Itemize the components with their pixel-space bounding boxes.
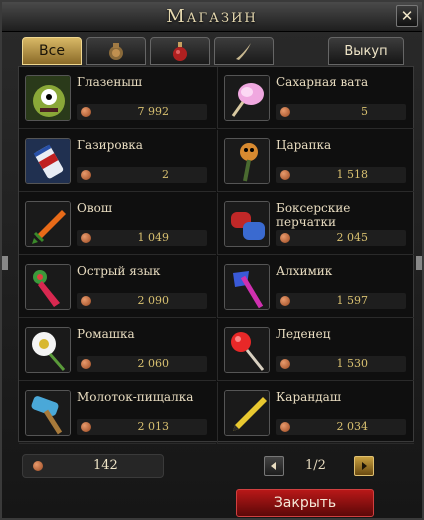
tab-vase[interactable] <box>86 37 146 65</box>
item-card-daisy[interactable]: Ромашка 2 060 <box>19 319 216 381</box>
close-icon[interactable]: ✕ <box>396 5 418 27</box>
coin-icon <box>280 296 290 306</box>
horn-icon <box>236 43 251 60</box>
item-price: 1 518 <box>336 168 369 181</box>
tongue-icon <box>25 264 71 310</box>
price-bar: 1 518 <box>276 167 406 183</box>
price-bar: 1 597 <box>276 293 406 309</box>
item-price: 1 530 <box>336 357 369 370</box>
right-edge-arrow <box>416 256 422 270</box>
balance-value: 142 <box>93 458 118 473</box>
coin-icon <box>280 233 290 243</box>
price-bar: 1 530 <box>276 356 406 372</box>
tab-all[interactable]: Все <box>22 37 82 65</box>
item-price: 5 <box>361 105 368 118</box>
coin-icon <box>81 359 91 369</box>
item-card-glazenysh[interactable]: Глазеныш 7 992 <box>19 67 216 129</box>
item-card-cotton-candy[interactable]: Сахарная вата 5 <box>217 67 414 129</box>
coin-icon <box>280 107 290 117</box>
title-bar: Магазин ✕ <box>2 2 422 32</box>
item-grid: Глазеныш 7 992 Сахарная вата 5 Газировка… <box>18 66 414 444</box>
page-indicator: 1/2 <box>305 458 326 473</box>
chevron-left-icon <box>271 462 276 470</box>
window-title: Магазин <box>166 6 258 27</box>
item-name: Алхимик <box>276 264 333 278</box>
tab-potion[interactable] <box>150 37 210 65</box>
balance-display: 142 <box>22 454 164 478</box>
item-card-pencil[interactable]: Карандаш 2 034 <box>217 382 414 444</box>
item-price: 7 992 <box>137 105 170 118</box>
price-bar: 1 049 <box>77 230 207 246</box>
item-card-lollipop[interactable]: Леденец 1 530 <box>217 319 414 381</box>
price-bar: 2 060 <box>77 356 207 372</box>
item-name: Ромашка <box>77 327 135 341</box>
item-card-ovosh[interactable]: Овош 1 049 <box>19 193 216 255</box>
coin-icon <box>81 107 91 117</box>
item-price: 1 049 <box>137 231 170 244</box>
item-price: 2 045 <box>336 231 369 244</box>
item-card-soda[interactable]: Газировка 2 <box>19 130 216 192</box>
next-page-button[interactable] <box>354 456 374 476</box>
soda-can-icon <box>25 138 71 184</box>
item-card-alchemist[interactable]: Алхимик 1 597 <box>217 256 414 318</box>
axe-icon <box>224 264 270 310</box>
item-card-tsarapka[interactable]: Царапка 1 518 <box>217 130 414 192</box>
vase-icon <box>109 43 123 60</box>
item-name: Глазеныш <box>77 75 143 89</box>
item-name: Боксерские перчатки <box>276 201 351 229</box>
price-bar: 2 013 <box>77 419 207 435</box>
item-card-squeaky-hammer[interactable]: Молоток-пищалка 2 013 <box>19 382 216 444</box>
price-bar: 2 045 <box>276 230 406 246</box>
one-eyed-monster-icon <box>25 75 71 121</box>
pencil-icon <box>224 390 270 436</box>
tab-all-label: Все <box>39 43 65 59</box>
item-price: 2 034 <box>336 420 369 433</box>
item-name: Сахарная вата <box>276 75 369 89</box>
item-name: Молоток-пищалка <box>77 390 194 404</box>
squeaky-hammer-icon <box>25 390 71 436</box>
cotton-candy-icon <box>224 75 270 121</box>
item-price: 1 597 <box>336 294 369 307</box>
item-card-boxing-gloves[interactable]: Боксерские перчатки 2 045 <box>217 193 414 255</box>
tab-horn[interactable] <box>214 37 274 65</box>
item-name: Газировка <box>77 138 143 152</box>
coin-icon <box>81 296 91 306</box>
item-name: Царапка <box>276 138 332 152</box>
coin-icon <box>280 422 290 432</box>
close-button[interactable]: Закрыть <box>236 489 374 517</box>
claw-staff-icon <box>224 138 270 184</box>
coin-icon <box>33 461 43 471</box>
item-price: 2 <box>162 168 169 181</box>
coin-icon <box>280 359 290 369</box>
daisy-icon <box>25 327 71 373</box>
item-name: Карандаш <box>276 390 341 404</box>
coin-icon <box>81 422 91 432</box>
coin-icon <box>81 233 91 243</box>
item-name: Острый язык <box>77 264 161 278</box>
left-edge-arrow <box>2 256 8 270</box>
item-price: 2 060 <box>137 357 170 370</box>
buyback-tab[interactable]: Выкуп <box>328 37 404 65</box>
price-bar: 5 <box>276 104 406 120</box>
shop-window: Магазин ✕ Все Выкуп Глазеныш 7 992 Сахар… <box>0 0 424 520</box>
item-price: 2 090 <box>137 294 170 307</box>
chevron-right-icon <box>362 462 367 470</box>
item-card-sharp-tongue[interactable]: Острый язык 2 090 <box>19 256 216 318</box>
price-bar: 2 <box>77 167 207 183</box>
item-name: Леденец <box>276 327 331 341</box>
prev-page-button[interactable] <box>264 456 284 476</box>
item-price: 2 013 <box>137 420 170 433</box>
coin-icon <box>280 170 290 180</box>
price-bar: 2 090 <box>77 293 207 309</box>
item-name: Овош <box>77 201 112 215</box>
lollipop-icon <box>224 327 270 373</box>
price-bar: 2 034 <box>276 419 406 435</box>
carrot-sword-icon <box>25 201 71 247</box>
potion-icon <box>173 42 187 61</box>
coin-icon <box>81 170 91 180</box>
price-bar: 7 992 <box>77 104 207 120</box>
boxing-gloves-icon <box>224 201 270 247</box>
